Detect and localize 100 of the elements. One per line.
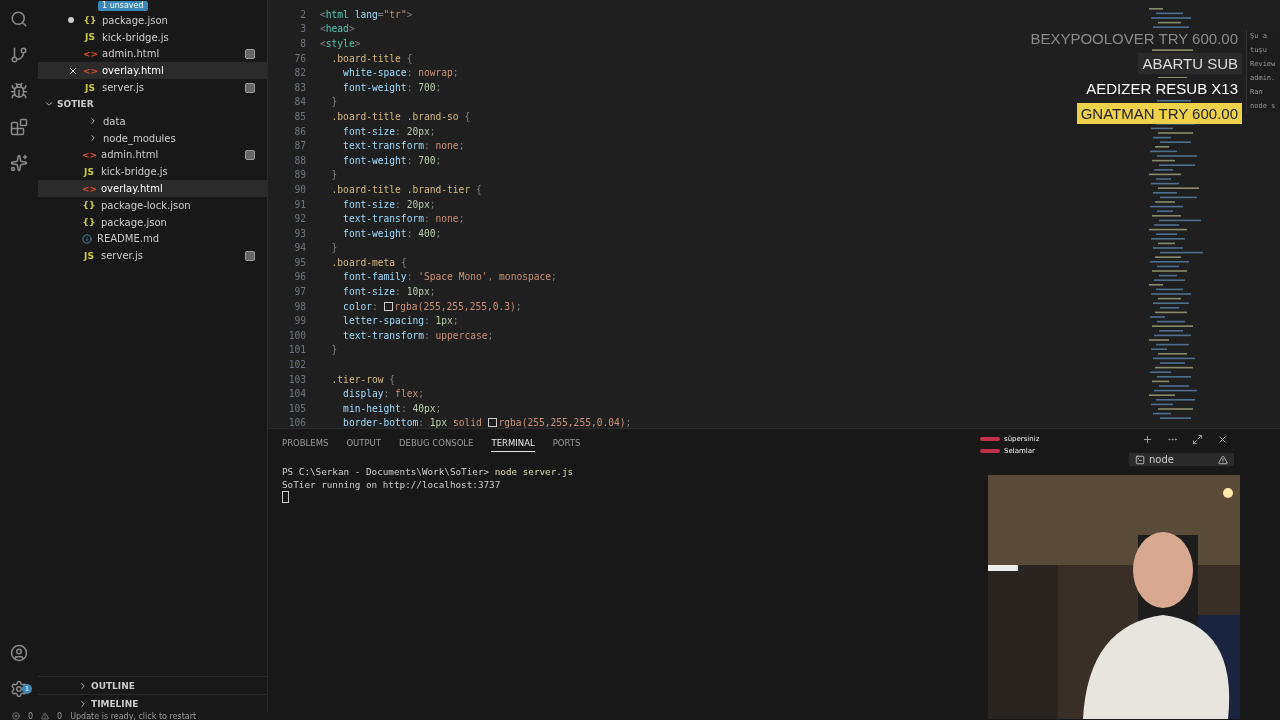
- extensions-icon[interactable]: [10, 118, 28, 136]
- code-line: text-transform: none;: [342, 140, 465, 152]
- code-line: letter-spacing: 1px;: [342, 315, 459, 327]
- bug-icon[interactable]: [10, 82, 28, 100]
- account-icon[interactable]: [10, 644, 28, 662]
- branch-icon[interactable]: [10, 46, 28, 64]
- code-line: .board-title .brand-so {: [330, 110, 471, 122]
- unsaved-badge: 1 unsaved: [98, 1, 148, 11]
- panel-tab[interactable]: OUTPUT: [346, 434, 382, 452]
- file-type-icon: JS: [83, 32, 97, 43]
- file-item[interactable]: {} package.json: [38, 213, 267, 231]
- line-number: 76: [293, 52, 306, 64]
- line-number: 98: [293, 300, 306, 312]
- line-number: 2: [299, 8, 306, 20]
- alert-text: GNATMAN TRY 600.00: [1076, 103, 1242, 124]
- panel-tab[interactable]: TERMINAL: [491, 434, 535, 452]
- file-type-icon: <>: [82, 149, 96, 160]
- alert-text: ABARTU SUB: [1138, 53, 1242, 74]
- line-number: 84: [293, 96, 306, 108]
- line-number: 8: [299, 38, 306, 49]
- code-line: .board-title .brand-tier {: [330, 183, 482, 195]
- code-line: text-transform: uppercase;: [342, 329, 494, 341]
- open-editor-item[interactable]: {} package.json: [38, 12, 267, 29]
- section-header[interactable]: SOTIER: [38, 96, 267, 113]
- code-line: <style>: [320, 38, 361, 49]
- open-editor-item[interactable]: JS server.js: [38, 79, 267, 96]
- line-number: 85: [293, 110, 306, 122]
- code-line: border-bottom: 1px solid rgba(255,255,255,0.04);: [342, 417, 632, 429]
- line-number: 105: [287, 402, 306, 414]
- line-number: 99: [293, 315, 306, 327]
- add-icon[interactable]: [1142, 434, 1153, 445]
- search-icon[interactable]: [10, 10, 28, 28]
- line-number: 88: [293, 154, 306, 166]
- chevron-icon: [78, 698, 88, 709]
- chevron-icon: [88, 116, 98, 127]
- file-item[interactable]: {} package-lock.json: [38, 196, 267, 214]
- shell-selector[interactable]: node: [1129, 453, 1234, 466]
- file-type-icon: <>: [83, 65, 97, 76]
- warning-icon: [1218, 454, 1228, 465]
- code-line: }: [330, 169, 338, 181]
- file-type-icon: {}: [82, 200, 96, 211]
- file-type-icon: <>: [82, 183, 96, 194]
- open-editor-item[interactable]: <> overlay.html: [38, 62, 267, 80]
- terminal-line: SoTier running on http://localhost:3737: [282, 478, 502, 491]
- error-count[interactable]: 0: [28, 712, 34, 720]
- line-number: 94: [293, 242, 306, 254]
- panel-tab[interactable]: PORTS: [552, 434, 581, 452]
- code-line: }: [330, 344, 338, 356]
- close-icon[interactable]: [1217, 434, 1228, 445]
- line-number: 92: [293, 213, 306, 225]
- code-line: font-weight: 400;: [342, 227, 442, 239]
- error-icon: [12, 712, 20, 720]
- file-type-icon: <>: [83, 49, 97, 59]
- line-number: 89: [293, 169, 306, 181]
- code-line: white-space: nowrap;: [342, 67, 459, 79]
- file-item[interactable]: README.md: [38, 230, 267, 248]
- open-editor-item[interactable]: <> admin.html: [38, 45, 267, 63]
- file-item[interactable]: <> overlay.html: [38, 180, 267, 197]
- section-header[interactable]: OUTLINE: [38, 676, 267, 694]
- line-number: 97: [293, 286, 306, 298]
- file-item[interactable]: JS kick-bridge.js: [38, 163, 267, 181]
- file-type-icon: {}: [82, 217, 96, 228]
- file-type-icon: JS: [83, 82, 97, 93]
- warning-icon: [41, 712, 50, 720]
- code-line: .tier-row {: [330, 373, 396, 385]
- file-type-icon: {}: [83, 15, 97, 26]
- code-line: font-size: 10px;: [342, 286, 436, 298]
- line-number: 96: [293, 271, 306, 283]
- folder-item[interactable]: data: [38, 113, 267, 130]
- warning-count[interactable]: 0: [57, 712, 63, 720]
- file-item[interactable]: JS server.js: [38, 247, 267, 265]
- code-line: <html lang="tr">: [320, 8, 413, 20]
- line-number: 104: [287, 388, 306, 400]
- update-message[interactable]: Update is ready, click to restart: [70, 712, 197, 720]
- code-line: }: [330, 242, 338, 254]
- panel-tab[interactable]: DEBUG CONSOLE: [399, 434, 474, 452]
- folder-item[interactable]: node_modules: [38, 129, 267, 147]
- chevron-icon: [78, 680, 88, 691]
- line-number: 83: [293, 81, 306, 93]
- maximize-icon[interactable]: [1192, 434, 1203, 445]
- sparkle-icon[interactable]: [10, 154, 28, 172]
- line-number: 91: [293, 198, 306, 210]
- terminal-icon: [1135, 454, 1146, 465]
- code-line: <head>: [320, 23, 355, 35]
- code-line: display: flex;: [342, 388, 424, 400]
- file-type-icon: JS: [82, 166, 96, 177]
- code-line: min-height: 40px;: [342, 402, 442, 414]
- line-number: 102: [287, 359, 306, 371]
- file-type-icon: JS: [82, 250, 96, 261]
- code-line: .board-title {: [330, 52, 413, 64]
- code-line: }: [330, 96, 338, 108]
- file-item[interactable]: <> admin.html: [38, 146, 267, 164]
- code-line: font-weight: 700;: [342, 154, 442, 166]
- line-number: 3: [299, 23, 306, 35]
- panel-tab[interactable]: PROBLEMS: [282, 434, 329, 452]
- line-number: 87: [293, 140, 306, 152]
- line-number: 103: [287, 373, 306, 385]
- open-editor-item[interactable]: JS kick-bridge.js: [38, 28, 267, 46]
- close-icon[interactable]: [68, 65, 78, 76]
- line-number: 93: [293, 227, 306, 239]
